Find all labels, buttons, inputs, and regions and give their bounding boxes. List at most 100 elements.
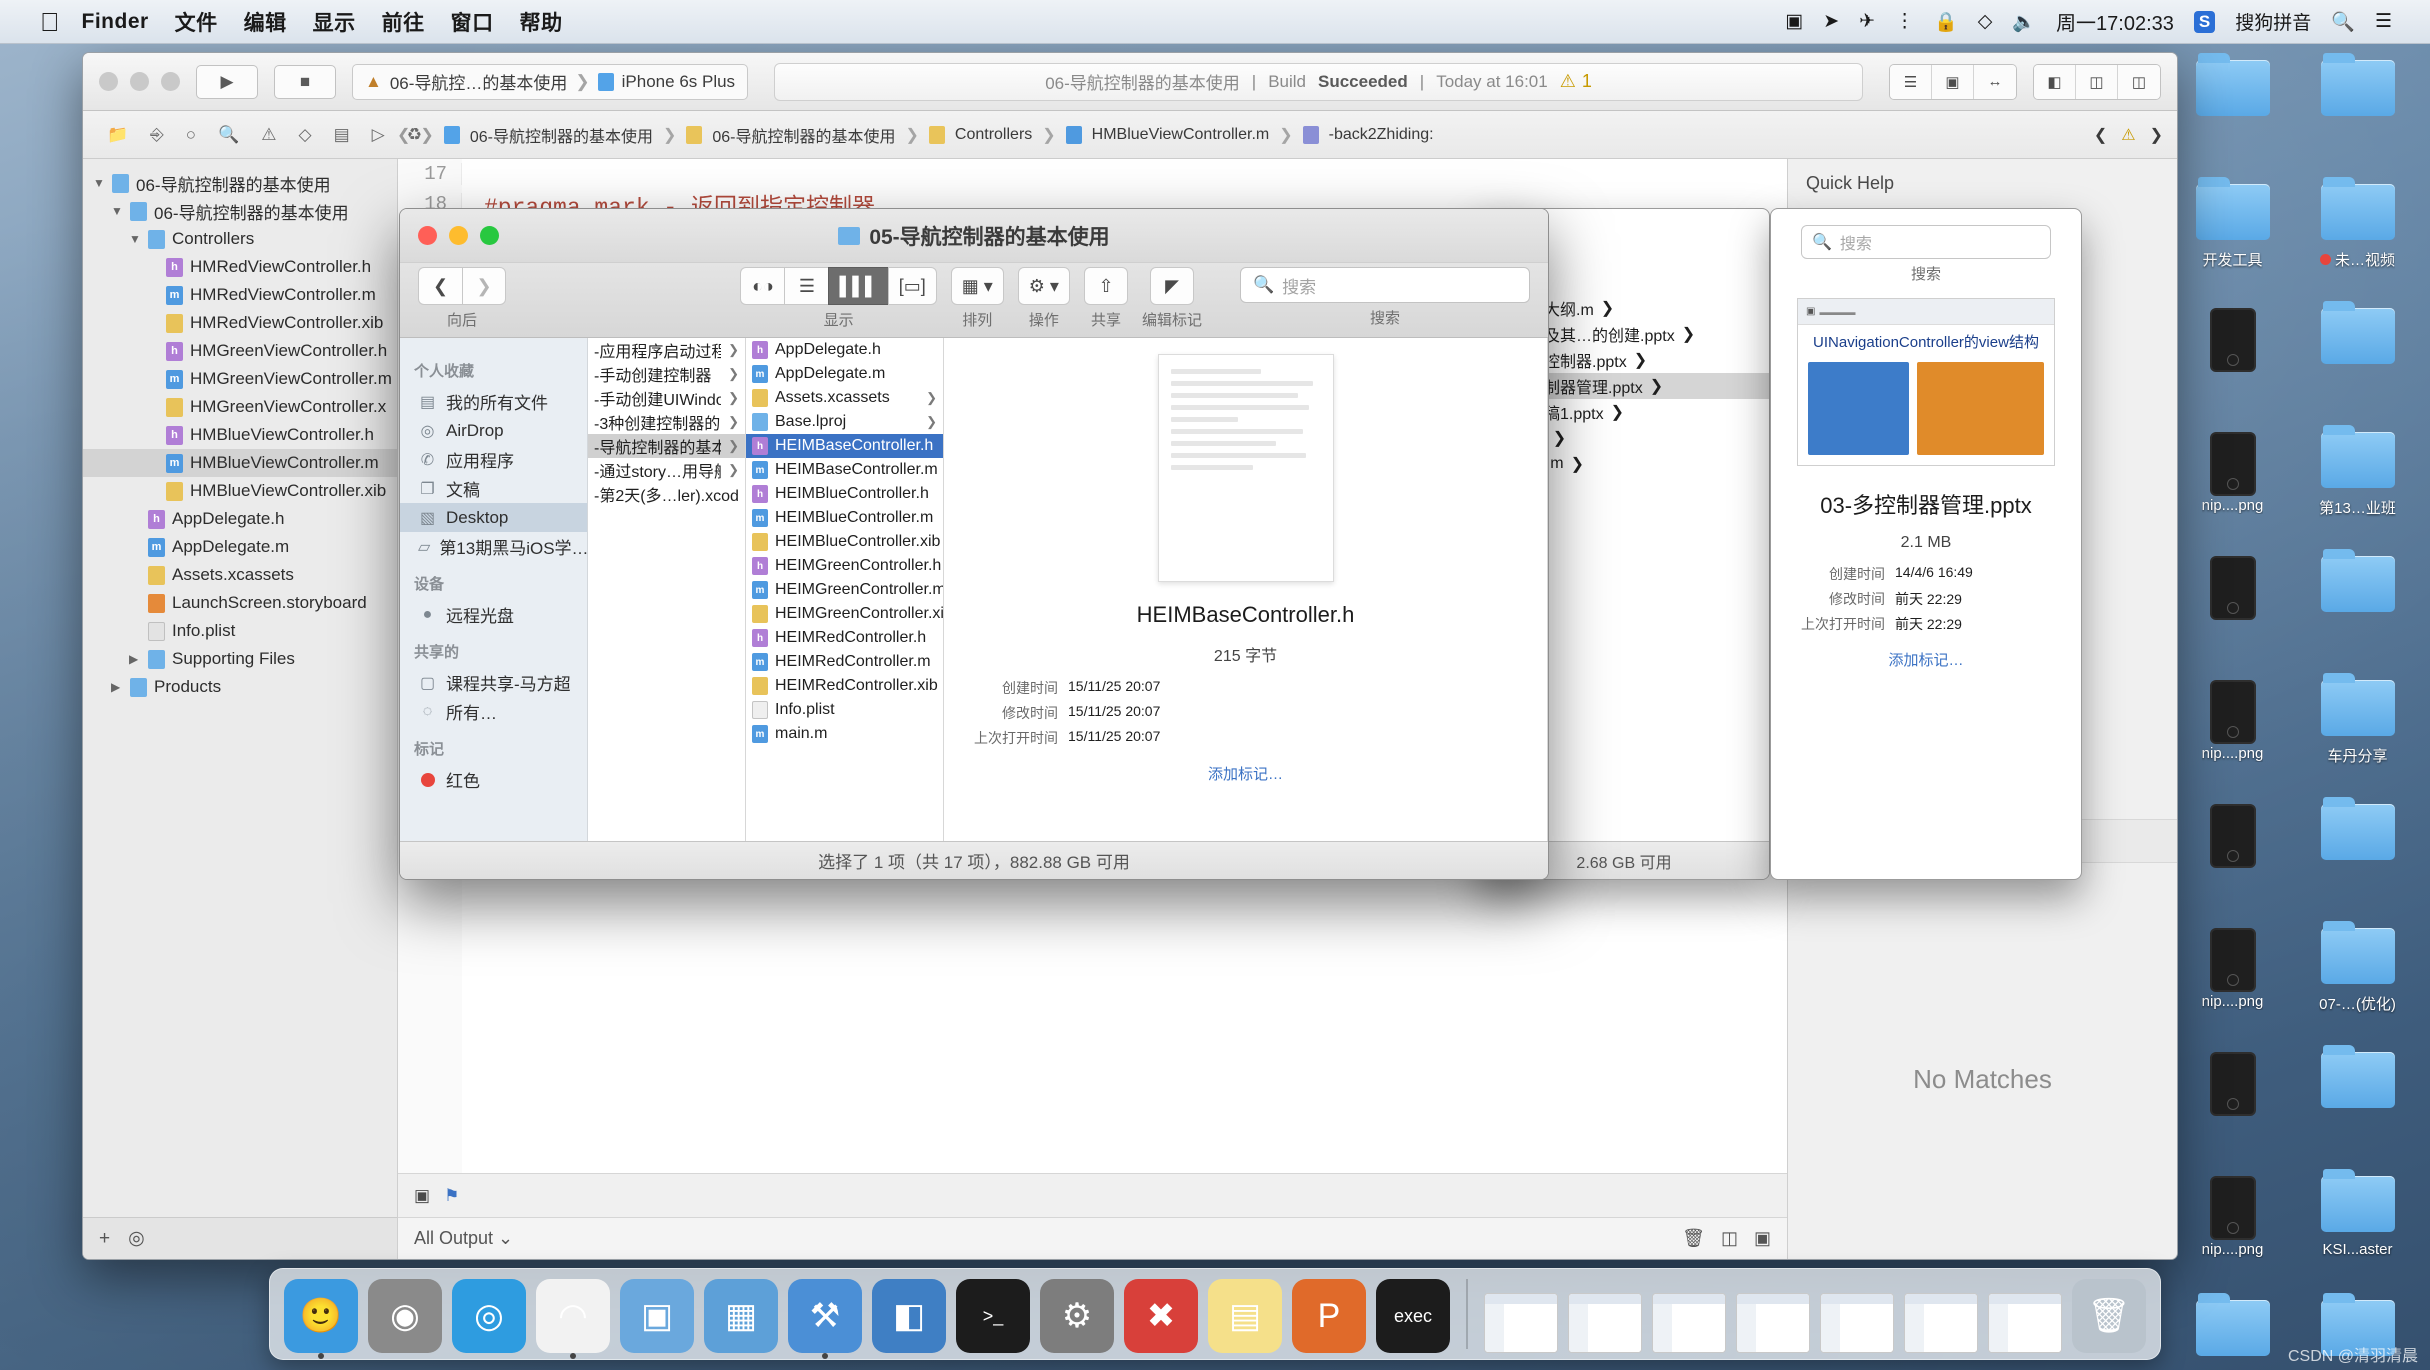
apple-logo-icon[interactable]:  <box>40 9 60 35</box>
xmind-icon[interactable]: ✖ <box>1124 1279 1198 1353</box>
sidebar-item-应用程序[interactable]: ✆ 应用程序 <box>400 445 587 474</box>
project-navigator[interactable]: ▼ 06-导航控制器的基本使用 ▼ 06-导航控制器的基本使用 ▼ Controllers… <box>83 159 398 1259</box>
xcode-icon[interactable]: ⚒ <box>788 1279 862 1359</box>
sidebar-item-AirDrop[interactable]: ◎ AirDrop <box>400 416 587 445</box>
breakpoint-toggle-icon[interactable]: ▣ <box>414 1186 430 1206</box>
breadcrumb-1[interactable]: 06-导航控制器的基本使用 <box>712 123 895 147</box>
finder-arrange-group[interactable]: ▦ ▾ 排列 <box>950 267 1004 330</box>
version-editor-icon[interactable]: ↔ <box>1974 64 2016 99</box>
source-control-icon[interactable]: ⎆ <box>150 125 164 145</box>
finder-column-item[interactable]: -3种创建控制器的方式 ❯ <box>588 410 745 434</box>
navigator-item[interactable]: Assets.xcassets <box>83 561 397 589</box>
desktop-icon[interactable]: 车丹分享 <box>2295 680 2420 804</box>
sidebar-item-所有…[interactable]: ◌ 所有… <box>400 697 587 726</box>
finder-toolbar[interactable]: ❮ ❯ 向后 ◐◑ ☰ ▌▌▌ [▭] 显示 ▦ ▾ 排列 ⚙ ▾ 操作 ⇧ 共… <box>400 263 1548 338</box>
navigator-item[interactable]: ▶ Products <box>83 673 397 701</box>
launchpad-icon[interactable]: ◉ <box>368 1279 442 1353</box>
navigator-item[interactable]: m HMGreenViewController.m <box>83 365 397 393</box>
desktop-icon[interactable]: KSI...aster <box>2295 1176 2420 1300</box>
desktop-icon[interactable] <box>2295 1052 2420 1176</box>
finder-file-item[interactable]: HEIMBlueController.xib <box>746 530 943 554</box>
finder-tag-group[interactable]: ◤ 编辑标记 <box>1142 267 1202 330</box>
desktop-icon[interactable] <box>2170 1052 2295 1176</box>
finder-file-item[interactable]: h HEIMGreenController.h <box>746 554 943 578</box>
desktop-icon[interactable] <box>2170 556 2295 680</box>
standard-editor-icon[interactable]: ☰ <box>1890 64 1932 99</box>
input-method-label[interactable]: 搜狗拼音 <box>2235 8 2311 35</box>
finder-column-item[interactable]: -导航控制器的基本使用 ❯ <box>588 434 745 458</box>
list-view-icon[interactable]: ☰ <box>784 267 829 305</box>
pptx-add-tag-link[interactable]: 添加标记… <box>1888 649 1963 670</box>
finder-file-item[interactable]: h HEIMBlueController.h <box>746 482 943 506</box>
navigator-filter-icons[interactable]: 📁 ⎆ ○ 🔍 ⚠ ◇ ▤ ▷ ♻ <box>83 125 422 145</box>
pptx-preview-window[interactable]: 🔍 搜索 搜索 ▣ ▬▬▬▬ UINavigationController的vi… <box>1770 208 2082 880</box>
column-view-icon[interactable]: ▌▌▌ <box>828 267 888 305</box>
finder-titlebar[interactable]: 05-导航控制器的基本使用 <box>400 209 1548 263</box>
right-panel-icon[interactable]: ◫ <box>2118 64 2160 99</box>
scheme-selector[interactable]: ▲ 06-导航控…的基本使用 ❯ iPhone 6s Plus <box>352 63 749 100</box>
finder-file-item[interactable]: Assets.xcassets ❯ <box>746 386 943 410</box>
terminal-icon[interactable]: >_ <box>956 1279 1030 1353</box>
finder-column-item[interactable]: -应用程序启动过程 ❯ <box>588 338 745 362</box>
breadcrumb-0[interactable]: 06-导航控制器的基本使用 <box>470 123 653 147</box>
sidebar-item-课程共享-马方超[interactable]: ▢ 课程共享-马方超 <box>400 668 587 697</box>
menu-clock[interactable]: 周一17:02:33 <box>2056 7 2174 36</box>
navigator-item[interactable]: Info.plist <box>83 617 397 645</box>
close-button[interactable] <box>99 72 118 91</box>
notes-icon[interactable]: ▤ <box>1208 1279 1282 1353</box>
tag-icon[interactable]: ◤ <box>1149 267 1194 305</box>
run-button[interactable]: ▶ <box>196 64 258 99</box>
gear-icon[interactable]: ⚙ ▾ <box>1017 267 1070 305</box>
desktop-icon[interactable]: nip....png <box>2170 928 2295 1052</box>
finder-main[interactable]: 个人收藏 ▤ 我的所有文件 ◎ AirDrop ✆ 应用程序 ❐ 文稿 ▧ Desktop ▱ 第13期… <box>400 338 1548 841</box>
desktop-icon[interactable] <box>2170 1300 2295 1370</box>
flag-icon[interactable]: ⚑ <box>444 1186 459 1206</box>
zoom-button[interactable] <box>161 72 180 91</box>
desktop-icon[interactable] <box>2170 60 2295 184</box>
breadcrumb-3[interactable]: HMBlueViewController.m <box>1092 126 1270 144</box>
symbol-icon[interactable]: ○ <box>186 125 196 145</box>
disclosure-triangle-icon[interactable]: ▶ <box>129 652 141 666</box>
navigator-footer[interactable]: + ◎ <box>83 1217 397 1259</box>
panel-icon[interactable]: ◫ <box>1721 1228 1738 1249</box>
navigator-item[interactable]: h HMBlueViewController.h <box>83 421 397 449</box>
finder-nav-group[interactable]: ❮ ❯ 向后 <box>418 267 506 330</box>
desktop-icon[interactable] <box>2295 556 2420 680</box>
sidebar-item-文稿[interactable]: ❐ 文稿 <box>400 474 587 503</box>
capture-icon[interactable]: ▦ <box>704 1279 778 1353</box>
jumpbar-warning-icon[interactable]: ⚠ <box>2121 125 2135 145</box>
sidebar-item-第13期黑马iOS学…[interactable]: ▱ 第13期黑马iOS学… <box>400 532 589 561</box>
settings-icon[interactable]: ⚙ <box>1040 1279 1114 1353</box>
sidebar-item-Desktop[interactable]: ▧ Desktop <box>400 503 587 532</box>
sidebar-item-红色[interactable]: 红色 <box>400 765 587 794</box>
input-method-badge[interactable]: S <box>2193 10 2216 33</box>
disclosure-triangle-icon[interactable]: ▼ <box>111 204 123 218</box>
navigator-item[interactable]: m HMRedViewController.m <box>83 281 397 309</box>
diamond-icon[interactable]: ◇ <box>1978 10 1993 33</box>
navigator-item[interactable]: LaunchScreen.storyboard <box>83 589 397 617</box>
minimized-window[interactable] <box>1484 1293 1558 1353</box>
minimized-window[interactable] <box>1988 1293 2062 1353</box>
finder-icon[interactable]: 🙂 <box>284 1279 358 1359</box>
breadcrumb-4[interactable]: -back2Zhiding: <box>1329 126 1434 144</box>
jumpbar-next-icon[interactable]: ❯ <box>2150 125 2163 145</box>
desktop-icon[interactable]: 07-…(优化) <box>2295 928 2420 1052</box>
keynote-icon[interactable]: ◧ <box>872 1279 946 1353</box>
sidebar-item-远程光盘[interactable]: ● 远程光盘 <box>400 600 587 629</box>
desktop-icon-grid[interactable]: 开发工具 未…视频 nip....png 第13…业班 nip....png 车丹分享 ni… <box>2170 60 2420 1370</box>
share-icon[interactable]: ⇧ <box>1083 267 1128 305</box>
console-filter-label[interactable]: All Output ⌄ <box>414 1228 513 1249</box>
stop-button[interactable]: ■ <box>274 64 336 99</box>
finder-file-item[interactable]: Base.lproj ❯ <box>746 410 943 434</box>
navigator-item[interactable]: h AppDelegate.h <box>83 505 397 533</box>
back-button[interactable]: ❮ <box>418 267 462 305</box>
left-panel-icon[interactable]: ◧ <box>2034 64 2076 99</box>
finder-file-item[interactable]: m HEIMBlueController.m <box>746 506 943 530</box>
search-icon[interactable]: 🔍 <box>2331 10 2355 34</box>
finder-search-group[interactable]: 🔍 搜索 搜索 <box>1240 267 1530 328</box>
menu-item-help[interactable]: 帮助 <box>520 7 563 37</box>
jump-forward-icon[interactable]: ❯ <box>420 125 433 145</box>
finder-file-item[interactable]: h HEIMBaseController.h <box>746 434 943 458</box>
editor-mode-segment[interactable]: ☰ ▣ ↔ <box>1889 63 2017 100</box>
disclosure-triangle-icon[interactable]: ▼ <box>93 176 105 190</box>
